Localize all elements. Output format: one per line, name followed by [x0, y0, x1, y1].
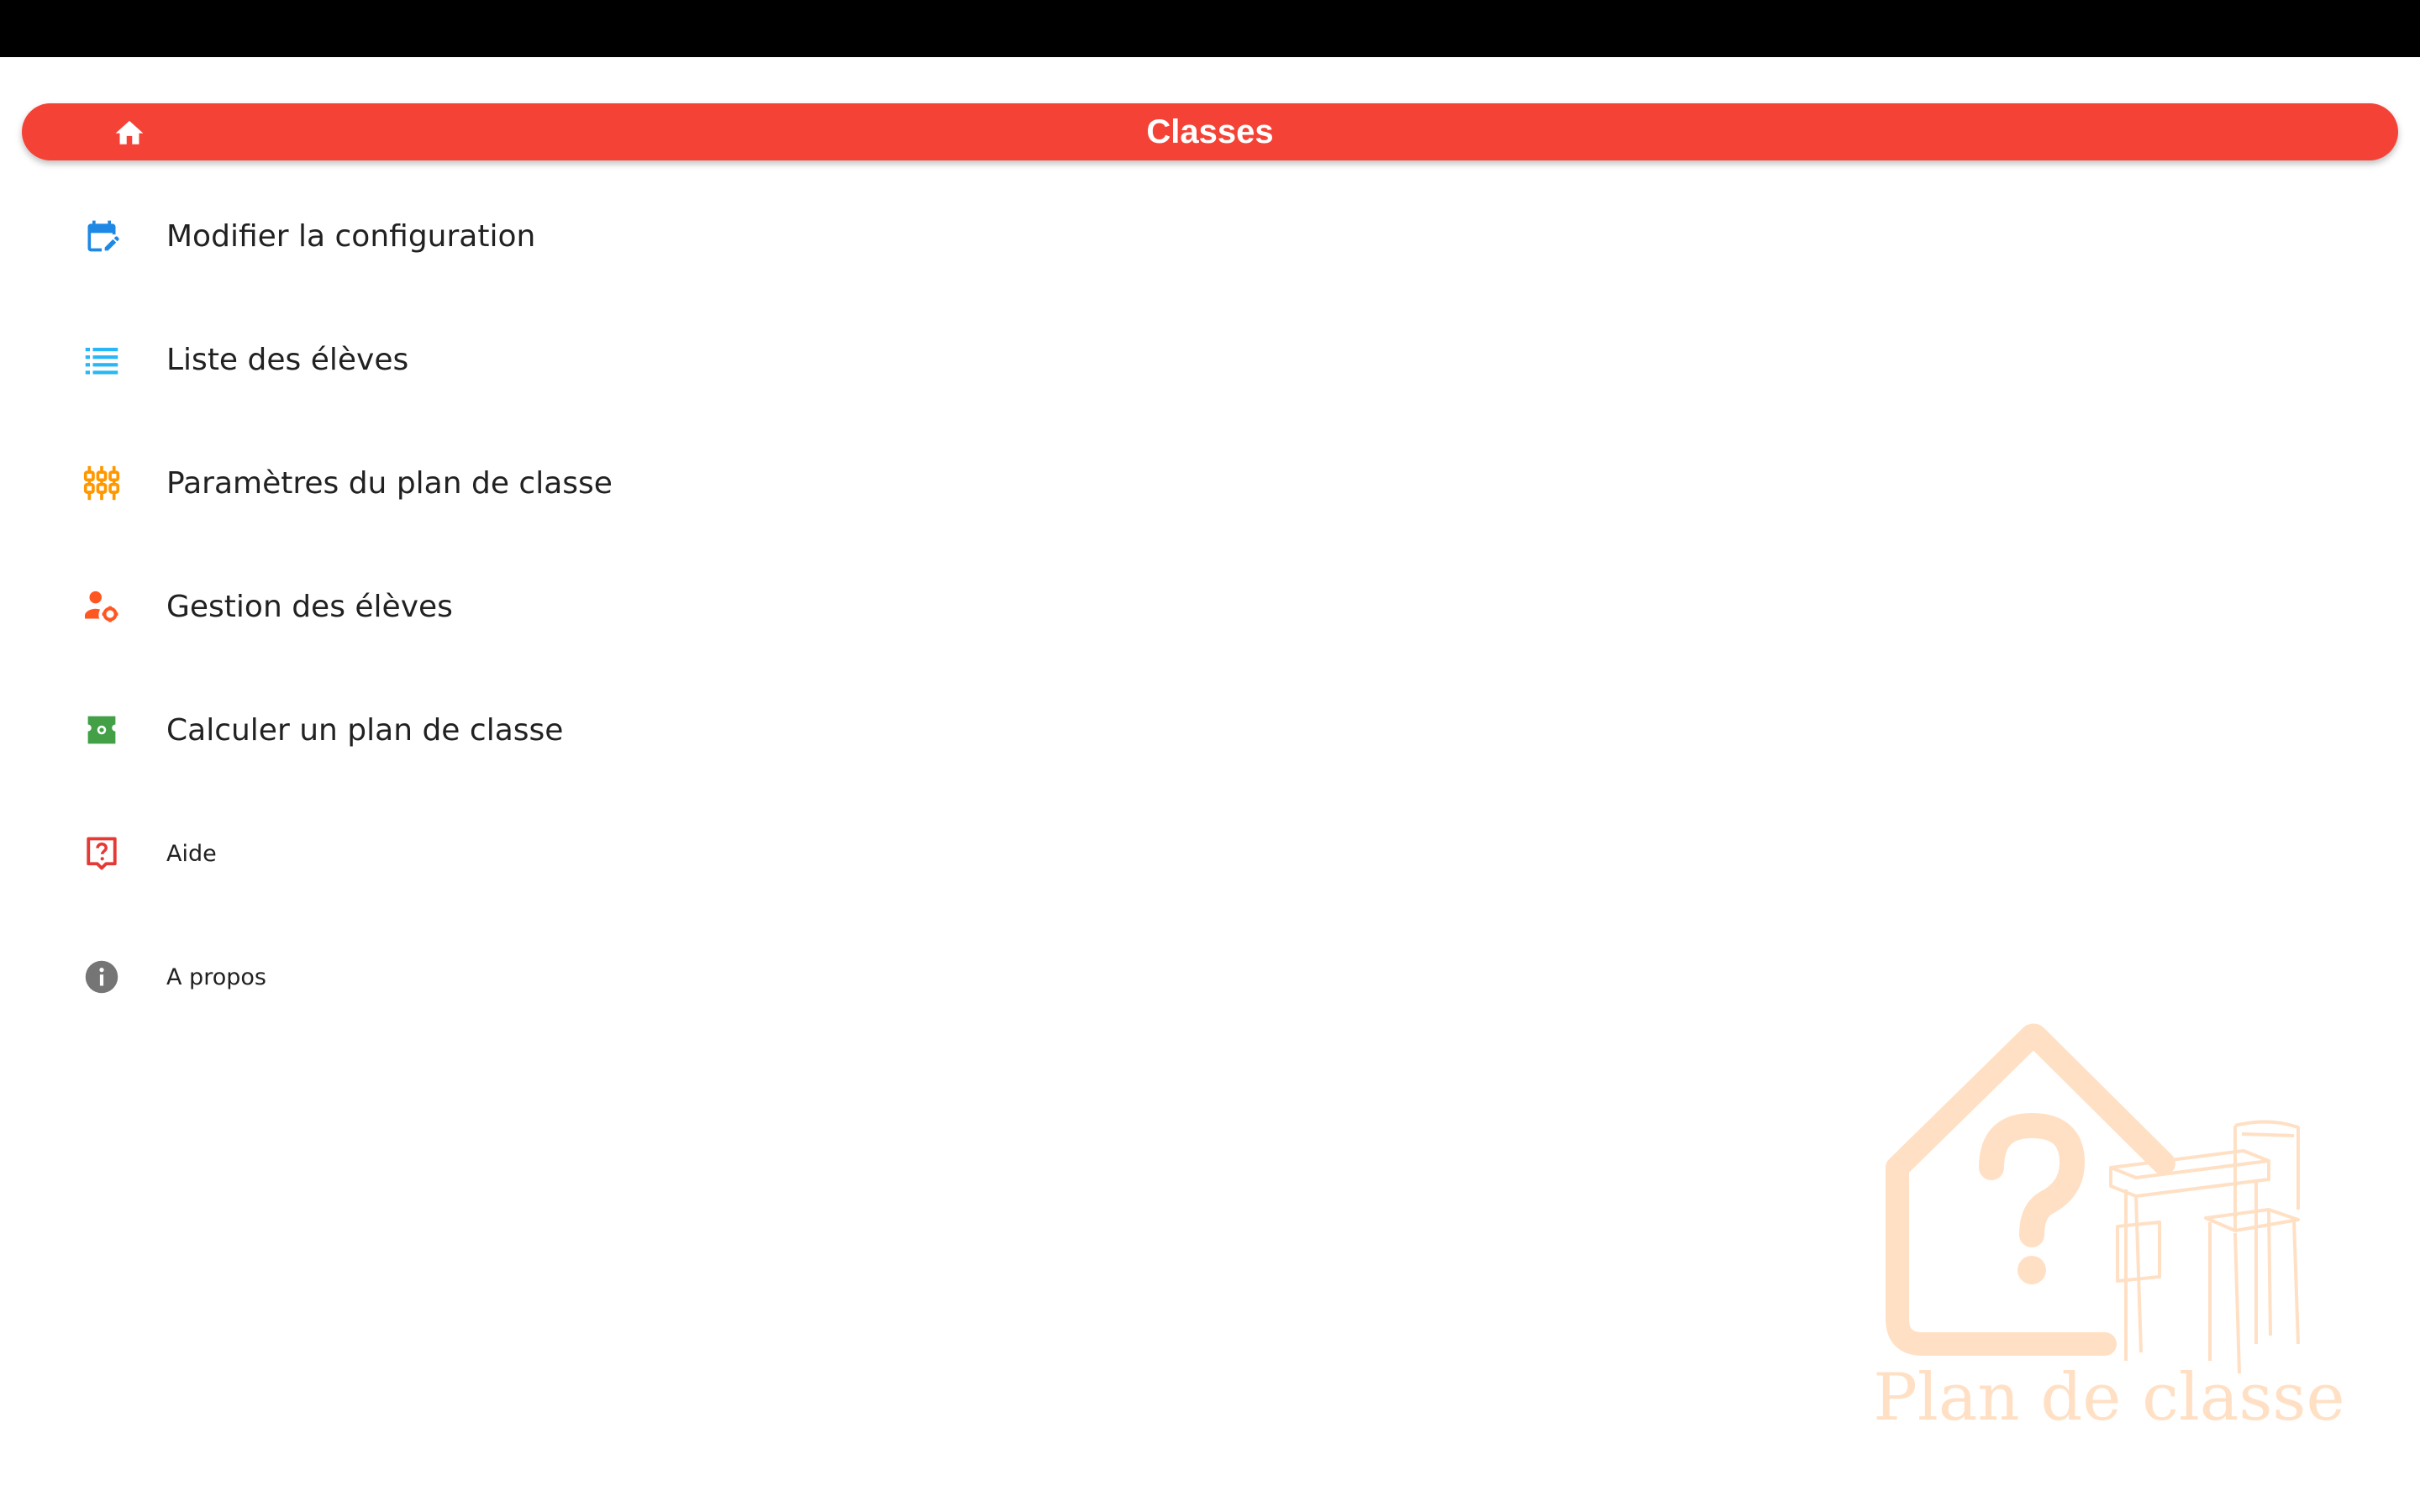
menu-item-aide[interactable]: Aide: [0, 807, 1176, 900]
app-bar: Classes: [22, 103, 2398, 160]
calendar-edit-icon: [81, 215, 123, 257]
page-title: Classes: [1146, 113, 1274, 150]
status-bar: [0, 0, 2420, 57]
menu-item-parametres-plan[interactable]: Paramètres du plan de classe: [0, 437, 1176, 529]
app-logo-watermark: Plan de classe: [1873, 1000, 2345, 1436]
menu-item-liste-eleves[interactable]: Liste des élèves: [0, 313, 1176, 406]
menu-item-label: Modifier la configuration: [166, 218, 536, 254]
list-icon: [81, 339, 123, 381]
calculate-ticket-icon: [81, 709, 123, 751]
info-icon: [81, 956, 123, 998]
menu-item-gestion-eleves[interactable]: Gestion des élèves: [0, 560, 1176, 653]
menu-item-label: Aide: [166, 840, 217, 867]
menu-item-label: Paramètres du plan de classe: [166, 465, 613, 501]
menu-item-label: Gestion des élèves: [166, 589, 453, 624]
menu-item-calculer-plan[interactable]: Calculer un plan de classe: [0, 684, 1176, 776]
menu-item-label: A propos: [166, 963, 266, 990]
menu-item-label: Liste des élèves: [166, 342, 409, 377]
menu-item-label: Calculer un plan de classe: [166, 712, 564, 748]
menu-item-modifier-configuration[interactable]: Modifier la configuration: [0, 190, 1176, 282]
watermark-text: Plan de classe: [1874, 1360, 2344, 1428]
menu-item-a-propos[interactable]: A propos: [0, 931, 1176, 1023]
tune-sliders-icon: [81, 462, 123, 504]
manage-accounts-icon: [81, 585, 123, 627]
help-icon: [81, 832, 123, 874]
